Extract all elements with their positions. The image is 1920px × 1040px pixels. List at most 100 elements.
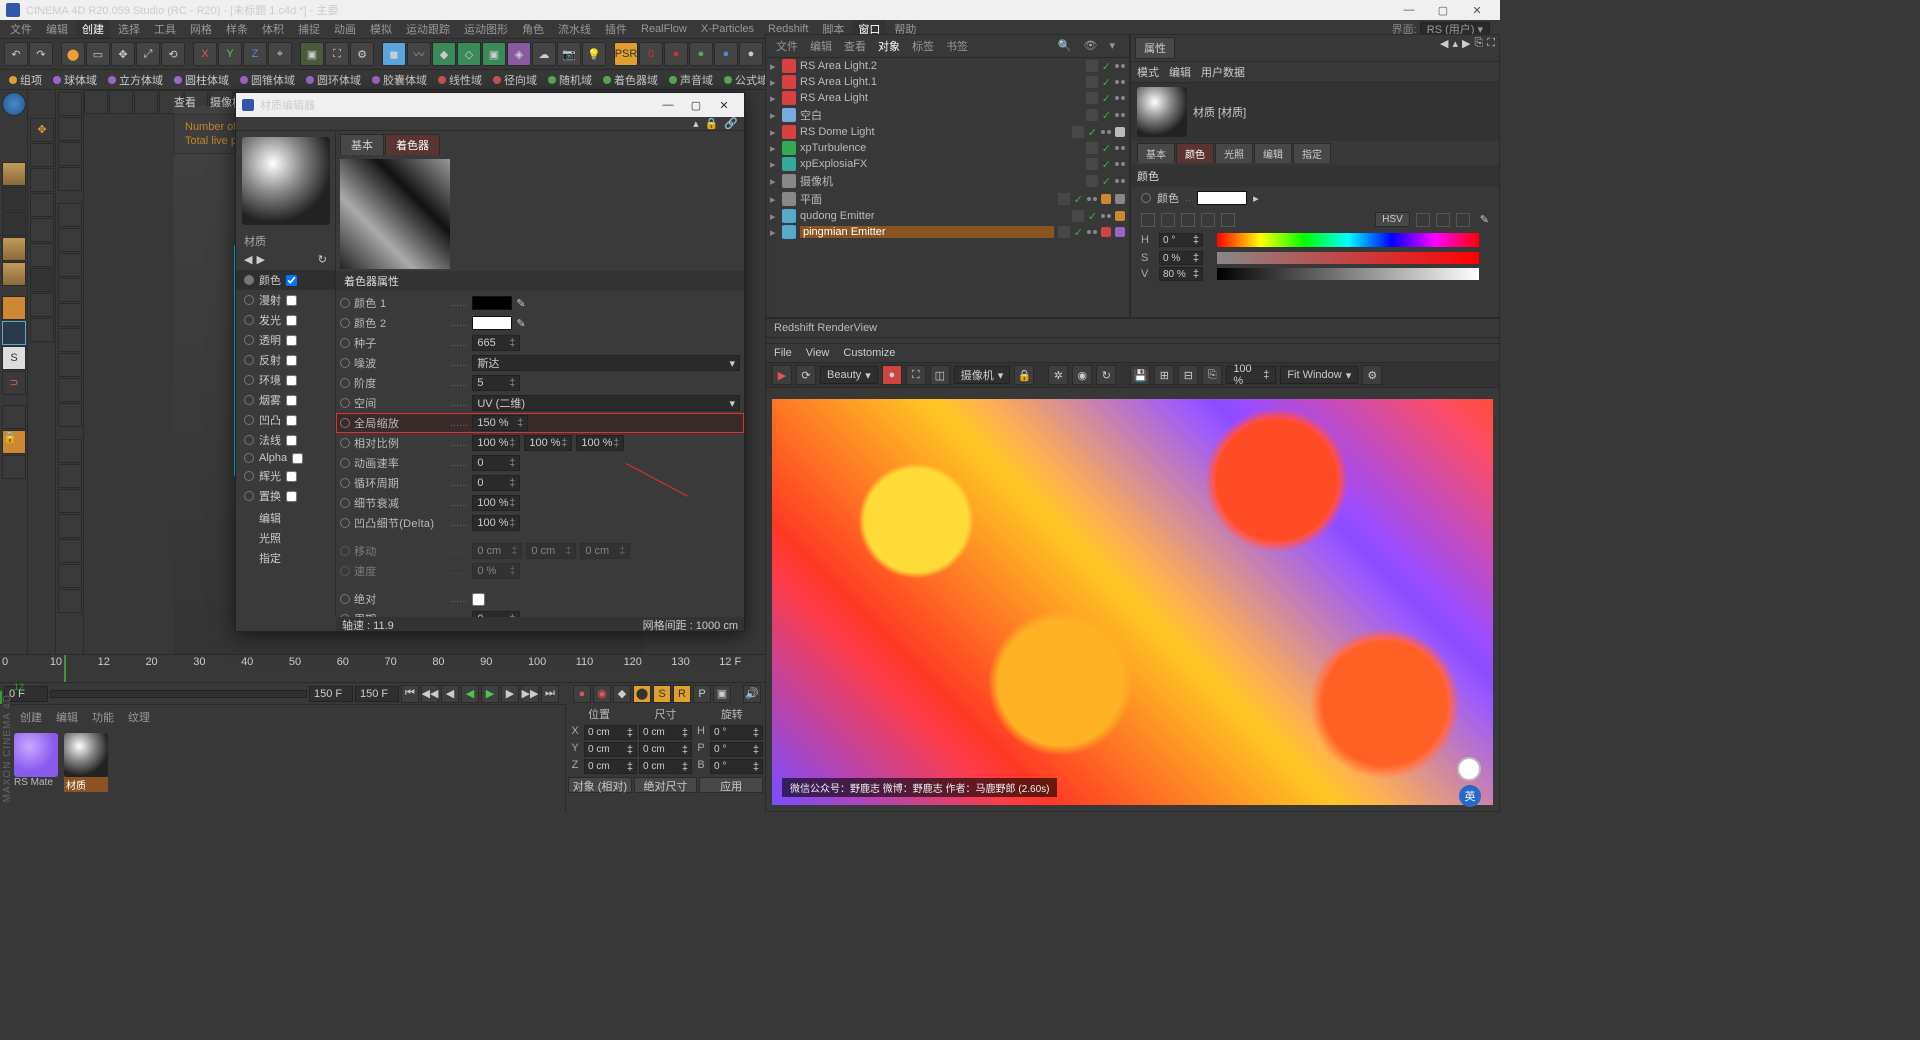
cube-primitive-button[interactable]: ◼ (382, 42, 406, 66)
rv-zoom-field[interactable]: 100 %‡ (1226, 366, 1276, 384)
play-back-button[interactable]: ◀ (461, 685, 479, 703)
picker-wheel-icon[interactable] (1161, 213, 1175, 227)
record-key-button[interactable]: ● (573, 685, 591, 703)
frame-end-b-field[interactable]: 150 F (355, 686, 399, 702)
key-pla-toggle[interactable]: ▣ (713, 685, 731, 703)
picker-hsv-label[interactable]: HSV (1375, 212, 1410, 227)
mat-swatch-RS Mate[interactable]: RS Mate (14, 733, 58, 792)
rv-copy-button[interactable]: ⎘ (1202, 365, 1222, 385)
snap-8[interactable] (58, 278, 82, 302)
coord-system-button[interactable]: ⌖ (268, 42, 292, 66)
rv-settings-button[interactable]: ⚙ (1362, 365, 1382, 385)
menu-网格[interactable]: 网格 (184, 20, 218, 38)
field-9[interactable]: 随机域 (543, 71, 597, 89)
mat-tab-shader[interactable]: 着色器 (385, 134, 440, 155)
menu-动画[interactable]: 动画 (328, 20, 362, 38)
channel-发光[interactable]: 发光 (236, 310, 335, 330)
attrs-nav-back[interactable]: ◀ (1440, 37, 1448, 59)
picker-ex2-icon[interactable] (1436, 213, 1450, 227)
render-button[interactable]: ▣ (300, 42, 324, 66)
vp-t4[interactable] (30, 193, 54, 217)
mode-magnet-button[interactable]: ⊃ (2, 371, 26, 395)
attrs-tab-指定[interactable]: 指定 (1293, 143, 1331, 163)
om-menu-对象[interactable]: 对象 (874, 37, 904, 55)
rv-history-button[interactable]: ↻ (1096, 365, 1116, 385)
menu-捕捉[interactable]: 捕捉 (292, 20, 326, 38)
menu-模拟[interactable]: 模拟 (364, 20, 398, 38)
om-menu-书签[interactable]: 书签 (942, 37, 972, 55)
picker-swatch-icon[interactable] (1221, 213, 1235, 227)
channel-extra-光照[interactable]: 光照 (236, 528, 335, 548)
environment-button[interactable]: ☁ (532, 42, 556, 66)
obj-qudong Emitter[interactable]: ▸qudong Emitter✓ (766, 208, 1129, 224)
channel-烟雾[interactable]: 烟雾 (236, 390, 335, 410)
key-scale-button[interactable]: ● (689, 42, 713, 66)
picker-rgb-icon[interactable] (1141, 213, 1155, 227)
mm-tab-功能[interactable]: 功能 (86, 708, 120, 726)
obj-xpTurbulence[interactable]: ▸xpTurbulence✓ (766, 140, 1129, 156)
vp-t6[interactable] (30, 243, 54, 267)
obj-vis-render[interactable]: ✓ (1102, 92, 1111, 105)
obj-vis-editor[interactable] (1086, 92, 1098, 104)
mm-tab-纹理[interactable]: 纹理 (122, 708, 156, 726)
autokey-button[interactable]: ◉ (593, 685, 611, 703)
menu-体积[interactable]: 体积 (256, 20, 290, 38)
frame-end-a-field[interactable]: 150 F (309, 686, 353, 702)
key-scale-toggle[interactable]: S (653, 685, 671, 703)
field-11[interactable]: 声音域 (664, 71, 718, 89)
next-frame-button[interactable]: ▶ (501, 685, 519, 703)
snap-14[interactable] (58, 439, 82, 463)
rv-saveB-button[interactable]: ⊟ (1178, 365, 1198, 385)
color2-picker-icon[interactable]: ✎ (516, 317, 525, 330)
menu-流水线[interactable]: 流水线 (552, 20, 597, 38)
om-search-icon[interactable]: 🔍 (1054, 38, 1076, 54)
snap-2[interactable] (58, 117, 82, 141)
coord-size-dropdown[interactable]: 绝对尺寸 (634, 777, 698, 793)
rv-save-button[interactable]: 💾 (1130, 365, 1150, 385)
channel-漫射[interactable]: 漫射 (236, 290, 335, 310)
light-button[interactable]: 💡 (582, 42, 606, 66)
deformer-button[interactable]: ◈ (507, 42, 531, 66)
picker-ex1-icon[interactable] (1416, 213, 1430, 227)
channel-透明[interactable]: 透明 (236, 330, 335, 350)
channel-extra-编辑[interactable]: 编辑 (236, 508, 335, 528)
menu-工具[interactable]: 工具 (148, 20, 182, 38)
snap-6[interactable] (58, 228, 82, 252)
snap-20[interactable] (58, 589, 82, 613)
channel-extra-指定[interactable]: 指定 (236, 548, 335, 568)
rv-menu-Customize[interactable]: Customize (843, 347, 895, 359)
channel-法线[interactable]: 法线 (236, 430, 335, 450)
vp-t3[interactable] (30, 168, 54, 192)
obj-vis-editor[interactable] (1086, 60, 1098, 72)
menu-文件[interactable]: 文件 (4, 20, 38, 38)
camera-button[interactable]: 📷 (557, 42, 581, 66)
attrs-tab-颜色[interactable]: 颜色 (1176, 143, 1214, 163)
mm-tab-创建[interactable]: 创建 (14, 708, 48, 726)
snap-5[interactable] (58, 203, 82, 227)
obj-vis-render[interactable]: ✓ (1074, 193, 1083, 206)
snap-10[interactable] (58, 328, 82, 352)
om-eye-icon[interactable]: 👁 (1080, 38, 1102, 54)
attrs-tab-基本[interactable]: 基本 (1137, 143, 1175, 163)
attrs-nav-fwd[interactable]: ▶ (1462, 37, 1470, 59)
field-7[interactable]: 线性域 (433, 71, 487, 89)
scale-button[interactable]: ⤢ (136, 42, 160, 66)
next-key-button[interactable]: ▶▶ (521, 685, 539, 703)
channel-环境[interactable]: 环境 (236, 370, 335, 390)
vp-move-button[interactable]: ✥ (30, 118, 54, 142)
snap-16[interactable] (58, 489, 82, 513)
vp-t2[interactable] (30, 143, 54, 167)
mat-close-button[interactable]: ✕ (710, 99, 738, 112)
prev-key-button[interactable]: ◀◀ (421, 685, 439, 703)
key-rot-button[interactable]: ● (714, 42, 738, 66)
obj-摄像机[interactable]: ▸摄像机✓ (766, 172, 1129, 190)
material-editor-titlebar[interactable]: 材质编辑器 — ▢ ✕ (236, 93, 744, 117)
obj-RS Area Light.1[interactable]: ▸RS Area Light.1✓ (766, 74, 1129, 90)
snap-19[interactable] (58, 564, 82, 588)
vp-t9[interactable] (30, 318, 54, 342)
rv-rgb-button[interactable]: ● (882, 365, 902, 385)
generator-button[interactable]: ◆ (432, 42, 456, 66)
rv-menu-View[interactable]: View (806, 347, 830, 359)
obj-RS Area Light[interactable]: ▸RS Area Light✓ (766, 90, 1129, 106)
snap-18[interactable] (58, 539, 82, 563)
